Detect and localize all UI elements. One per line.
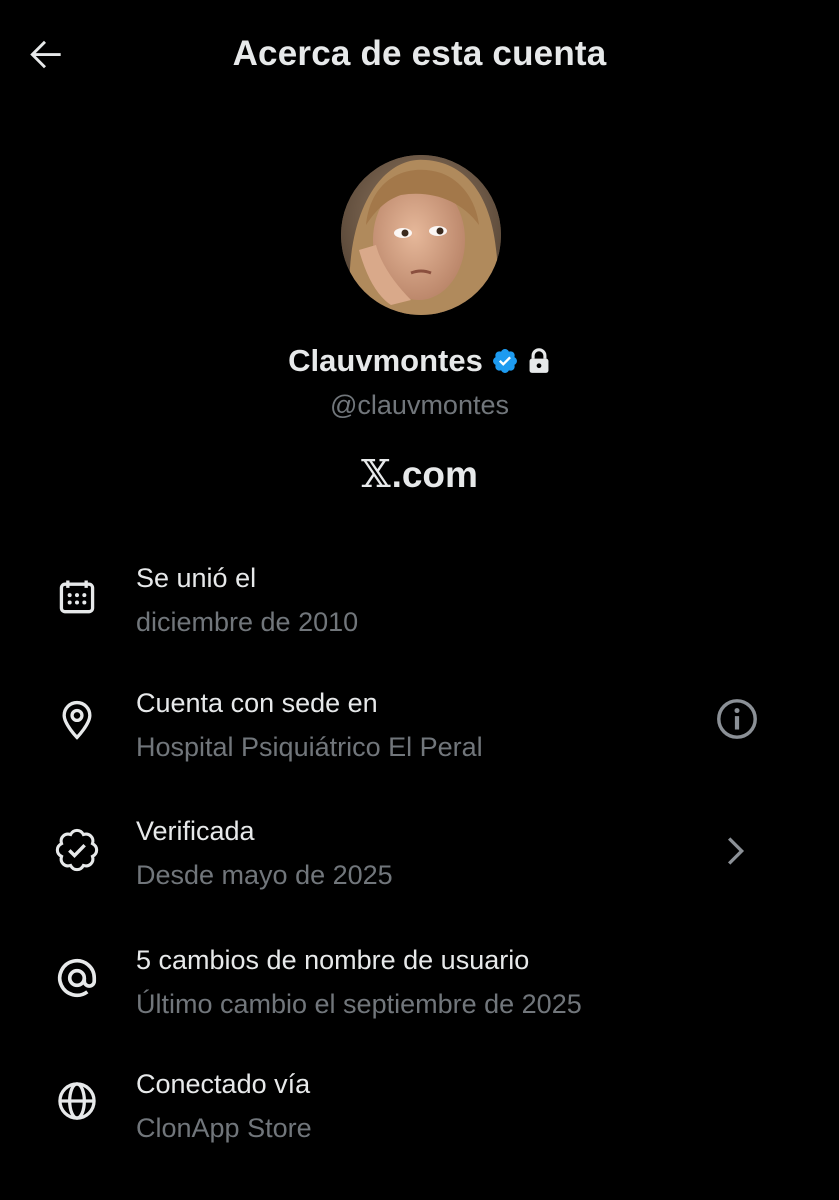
user-handle: @clauvmontes [330, 390, 509, 420]
calendar-icon [52, 572, 102, 622]
verified-chevron[interactable] [710, 826, 760, 876]
info-icon [717, 699, 757, 739]
platform-label: 𝕏.com [0, 452, 839, 496]
top-bar: Acerca de esta cuenta [0, 0, 839, 110]
username-changes-item: 5 cambios de nombre de usuario Último ca… [0, 942, 839, 1042]
connected-via-item: Conectado vía ClonApp Store [0, 1066, 839, 1166]
username-last-change: Último cambio el septiembre de 2025 [136, 989, 582, 1019]
username-changes-label: 5 cambios de nombre de usuario [136, 945, 530, 975]
joined-item: Se unió el diciembre de 2010 [0, 560, 839, 660]
location-label: Cuenta con sede en [136, 688, 378, 718]
verified-badge-icon [492, 349, 517, 373]
display-name: Clauvmontes [288, 343, 483, 378]
location-value: Hospital Psiquiátrico El Peral [136, 732, 483, 762]
verified-since: Desde mayo de 2025 [136, 860, 393, 890]
joined-label: Se unió el [136, 563, 257, 593]
connected-via-value: ClonApp Store [136, 1113, 312, 1143]
profile-name-row: Clauvmontes [0, 343, 839, 379]
info-button[interactable] [712, 694, 762, 744]
avatar [341, 155, 501, 315]
chevron-right-icon [727, 837, 745, 865]
joined-date: diciembre de 2010 [136, 607, 359, 637]
location-item: Cuenta con sede en Hospital Psiquiátrico… [0, 685, 839, 785]
location-pin-icon [52, 695, 102, 745]
verified-seal-icon [52, 825, 102, 875]
at-sign-icon [52, 953, 102, 1003]
connected-via-label: Conectado vía [136, 1069, 311, 1099]
verified-item[interactable]: Verificada Desde mayo de 2025 [0, 813, 839, 913]
x-logo-icon: 𝕏 [361, 452, 391, 496]
lock-icon [529, 348, 549, 373]
globe-icon [52, 1076, 102, 1126]
verified-label: Verificada [136, 816, 255, 846]
page-title: Acerca de esta cuenta [232, 34, 607, 73]
site-suffix: .com [391, 454, 478, 495]
